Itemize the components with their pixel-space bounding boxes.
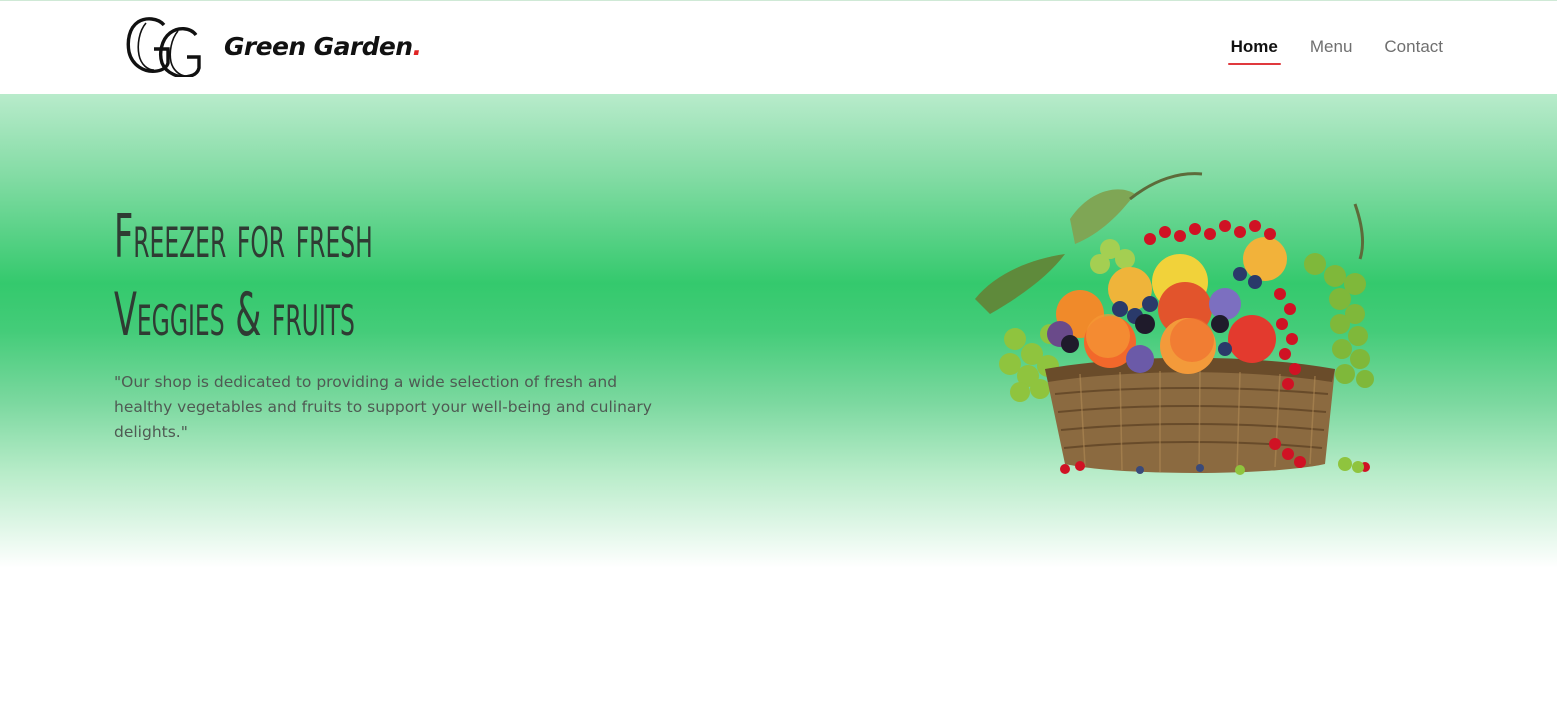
nav-menu[interactable]: Menu	[1310, 37, 1353, 65]
gg-monogram-logo-icon	[126, 17, 201, 77]
hero-title-line1: Freezer for fresh	[114, 202, 373, 272]
nav-contact[interactable]: Contact	[1384, 37, 1443, 65]
page: Green Garden. Home Menu Contact Freezer …	[0, 0, 1557, 705]
main-nav: Home Menu Contact	[1199, 37, 1443, 65]
nav-home[interactable]: Home	[1227, 37, 1282, 65]
brand-name: Green Garden.	[224, 31, 422, 61]
hero-section: Freezer for fresh Veggies & fruits "Our …	[0, 94, 1557, 568]
logo-link[interactable]: Green Garden.	[124, 15, 422, 77]
site-header: Green Garden. Home Menu Contact	[0, 0, 1557, 94]
brand-text: Green Garden	[224, 31, 413, 61]
hero-description: "Our shop is dedicated to providing a wi…	[114, 373, 652, 441]
brand-dot: .	[412, 31, 422, 61]
fruit-basket-illustration	[975, 172, 1374, 475]
hero-title: Freezer for fresh Veggies & fruits	[114, 198, 373, 354]
hero-title-line2: Veggies & fruits	[114, 280, 355, 350]
